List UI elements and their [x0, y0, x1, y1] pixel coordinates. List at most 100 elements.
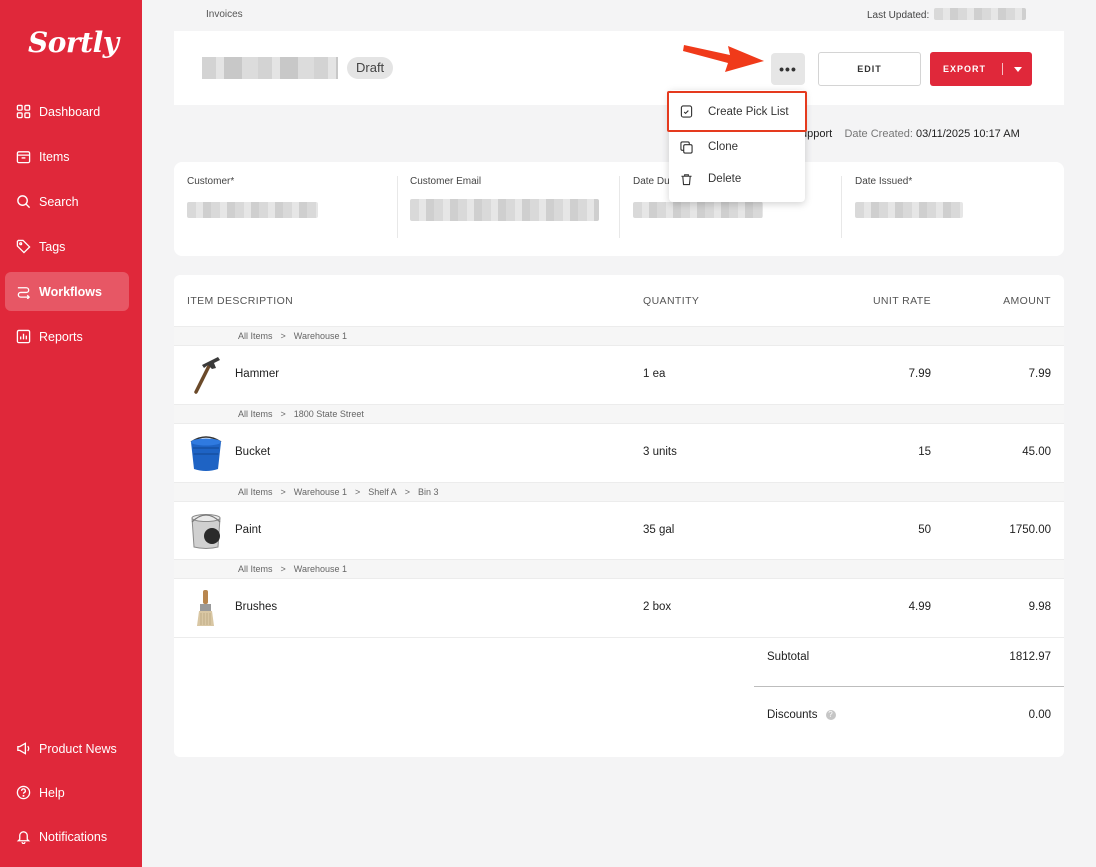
- path-segment: Warehouse 1: [293, 564, 347, 574]
- sidebar-item-product-news[interactable]: Product News: [5, 729, 135, 768]
- status-badge: Draft: [347, 57, 394, 79]
- invoice-header: Draft ••• EDIT EXPORT: [174, 31, 1064, 105]
- item-location-path: All Items >1800 State Street: [174, 404, 1064, 424]
- chevron-down-icon[interactable]: [1014, 66, 1022, 72]
- paint-can-image: [191, 514, 221, 549]
- sidebar-item-reports[interactable]: Reports: [5, 317, 129, 356]
- path-segment: Warehouse 1: [293, 331, 347, 341]
- field-divider: [619, 176, 620, 238]
- menu-item-label: Delete: [708, 173, 742, 185]
- sidebar-item-label: Workflows: [39, 284, 102, 299]
- path-segment: 1800 State Street: [293, 409, 364, 419]
- pick-list-icon: [680, 105, 693, 118]
- path-separator: >: [280, 409, 286, 419]
- sidebar-item-dashboard[interactable]: Dashboard: [5, 92, 129, 131]
- menu-item-label: Clone: [708, 141, 739, 153]
- sortly-logo[interactable]: Sortly: [28, 26, 119, 59]
- date-due-value-redacted: [633, 202, 763, 218]
- item-name: Brushes: [235, 601, 278, 613]
- hammer-image: [194, 357, 220, 394]
- workflows-icon: [17, 287, 31, 299]
- customer-value-redacted: [187, 202, 318, 218]
- path-separator: >: [354, 487, 361, 497]
- menu-item-create-pick-list[interactable]: Create Pick List: [667, 91, 807, 132]
- item-amount: 45.00: [1022, 446, 1051, 458]
- invoice-items-table: ITEM DESCRIPTION QUANTITY UNIT RATE AMOU…: [174, 275, 1064, 757]
- sidebar-item-workflows[interactable]: Workflows: [5, 272, 129, 311]
- last-updated: Last Updated:: [867, 8, 1027, 21]
- invoice-meta: upport Date Created: 03/11/2025 10:17 AM: [801, 128, 1020, 140]
- sidebar-bottom-nav: Product News Help Notifications: [5, 729, 135, 861]
- edit-button[interactable]: EDIT: [818, 52, 921, 86]
- help-circle-icon[interactable]: ?: [825, 710, 836, 720]
- more-options-menu: Create Pick List Clone Delete: [667, 90, 807, 202]
- field-divider: [397, 176, 398, 238]
- item-quantity: 2 box: [643, 601, 672, 613]
- discounts-label: Discounts: [767, 709, 818, 721]
- customer-label: Customer*: [187, 176, 235, 187]
- more-options-button[interactable]: •••: [771, 53, 805, 85]
- table-row[interactable]: Bucket 3 units 15 45.00: [174, 424, 1064, 482]
- item-amount: 7.99: [1028, 368, 1051, 380]
- sidebar-item-label: Reports: [39, 329, 83, 344]
- field-divider: [841, 176, 842, 238]
- table-row[interactable]: Brushes 2 box 4.99 9.98: [174, 579, 1064, 637]
- table-row[interactable]: Hammer 1 ea 7.99 7.99: [174, 346, 1064, 404]
- items-icon: [16, 151, 31, 164]
- sidebar-nav: Dashboard Items Search Tags Workflows Re…: [5, 92, 129, 362]
- item-unit-rate: 50: [918, 524, 931, 536]
- menu-item-clone[interactable]: Clone: [669, 131, 805, 163]
- last-updated-value-redacted: [934, 8, 1027, 20]
- item-quantity: 1 ea: [643, 368, 666, 380]
- breadcrumb-invoices[interactable]: Invoices: [206, 9, 243, 20]
- sidebar-item-label: Tags: [39, 239, 66, 254]
- export-button[interactable]: EXPORT: [930, 52, 1032, 86]
- column-header-unit-rate: UNIT RATE: [872, 295, 931, 307]
- menu-item-delete[interactable]: Delete: [669, 163, 805, 195]
- trash-icon: [681, 173, 692, 185]
- sidebar-item-help[interactable]: Help: [5, 773, 135, 812]
- date-issued-label: Date Issued*: [855, 176, 913, 187]
- sidebar-item-label: Search: [39, 194, 79, 209]
- item-unit-rate: 7.99: [908, 368, 931, 380]
- path-separator: >: [280, 331, 286, 341]
- item-amount: 1750.00: [1009, 524, 1051, 536]
- sidebar-item-label: Product News: [39, 741, 117, 756]
- date-created-label: Date Created:: [844, 128, 913, 140]
- path-segment: Bin 3: [418, 487, 439, 497]
- sidebar-item-notifications[interactable]: Notifications: [5, 817, 135, 856]
- customer-email-label: Customer Email: [410, 176, 482, 187]
- discounts-row: Discounts?: [767, 709, 836, 721]
- row-divider: [174, 637, 1064, 638]
- invoice-title-redacted: [202, 57, 338, 79]
- date-created-value: 03/11/2025 10:17 AM: [915, 128, 1020, 140]
- subtotal-value: 1812.97: [1009, 651, 1051, 663]
- reports-icon: [16, 329, 31, 344]
- export-label: EXPORT: [943, 64, 987, 74]
- path-separator: >: [280, 487, 286, 497]
- export-divider: [1002, 63, 1003, 75]
- table-row[interactable]: Paint 35 gal 50 1750.00: [174, 502, 1064, 560]
- date-issued-field[interactable]: Date Issued*: [855, 176, 963, 223]
- item-location-path: All Items > Warehouse 1: [174, 559, 1064, 579]
- arrow-annotation-icon: [683, 45, 764, 72]
- sidebar-item-tags[interactable]: Tags: [5, 227, 129, 266]
- path-segment: Shelf A: [368, 487, 397, 497]
- path-separator: >: [404, 487, 411, 497]
- customer-email-field[interactable]: Customer Email: [410, 176, 599, 226]
- item-quantity: 3 units: [643, 446, 677, 458]
- item-amount: 9.98: [1028, 601, 1051, 613]
- clone-icon: [680, 140, 693, 154]
- customer-field[interactable]: Customer*: [187, 176, 318, 223]
- path-segment: All Items: [238, 487, 273, 497]
- megaphone-icon: [17, 742, 30, 755]
- item-unit-rate: 4.99: [908, 601, 931, 613]
- totals-divider: [754, 686, 1064, 687]
- sidebar-item-label: Notifications: [39, 829, 108, 844]
- path-segment: All Items: [238, 564, 273, 574]
- item-name: Paint: [235, 524, 262, 536]
- sidebar-item-label: Help: [39, 785, 65, 800]
- sidebar-item-items[interactable]: Items: [5, 137, 129, 176]
- sidebar-item-search[interactable]: Search: [5, 182, 129, 221]
- tag-icon: [16, 239, 31, 254]
